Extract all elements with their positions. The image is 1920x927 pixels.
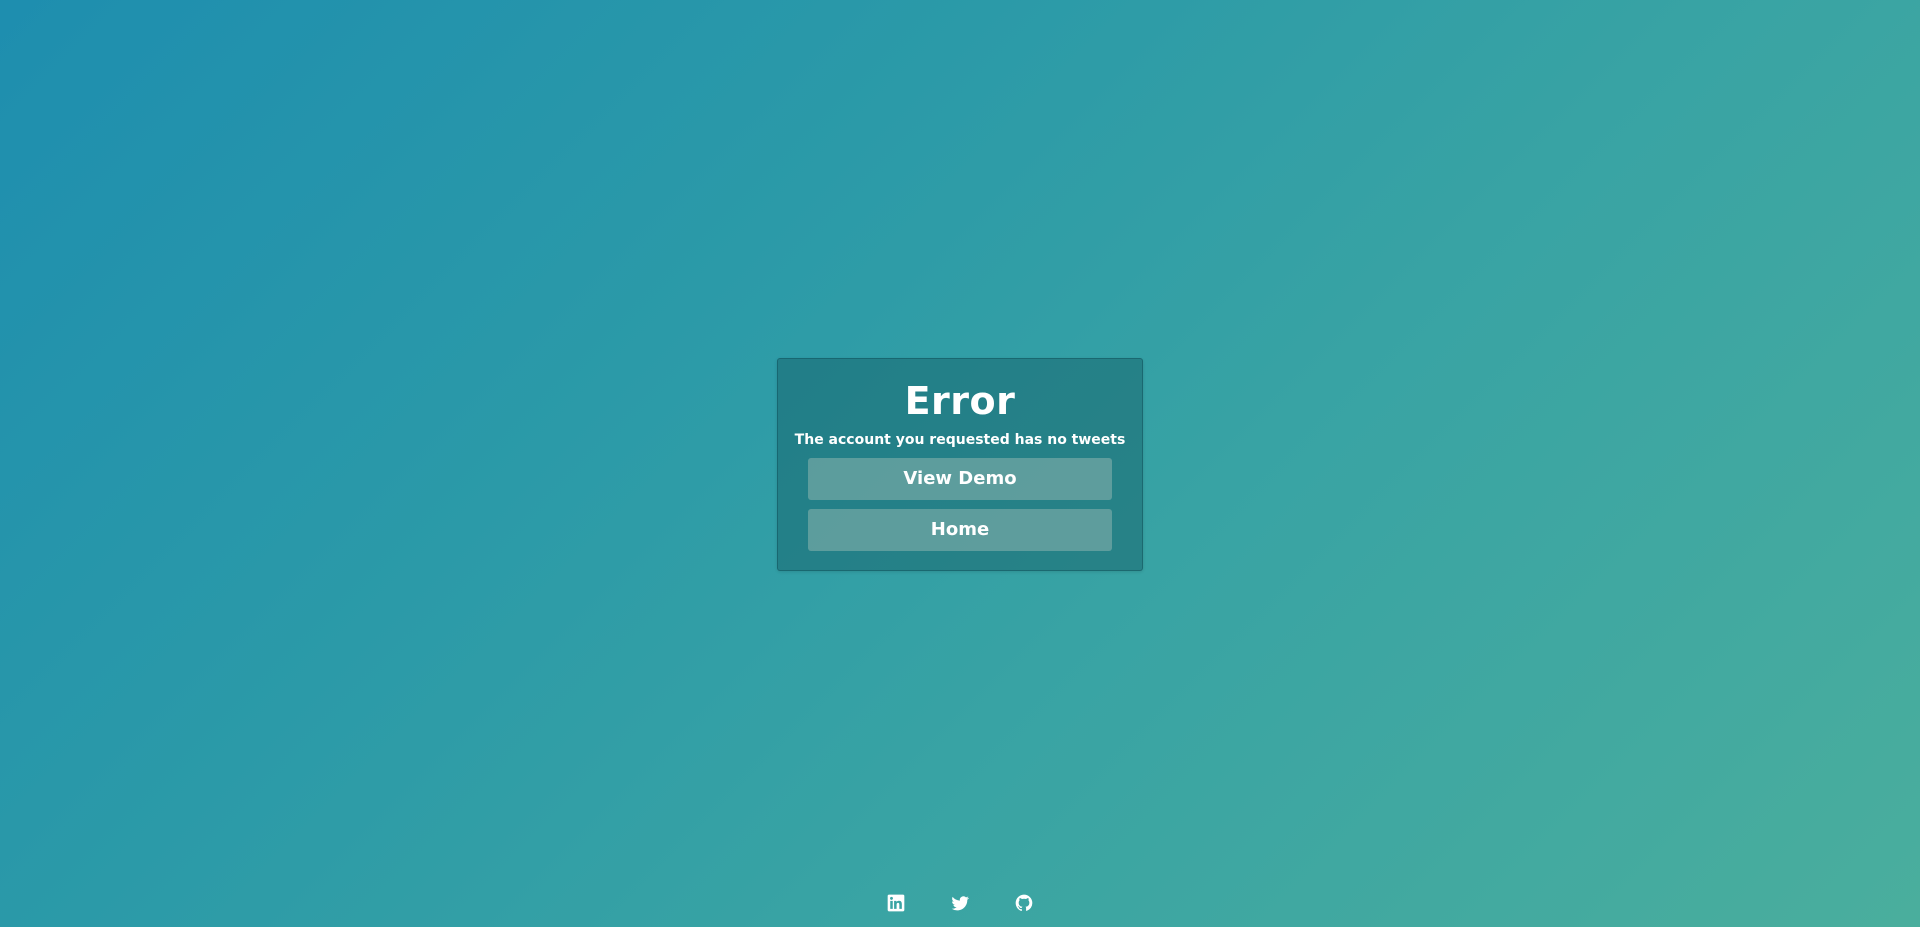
social-footer xyxy=(0,893,1920,917)
error-title: Error xyxy=(904,379,1016,423)
github-link[interactable] xyxy=(1014,893,1034,913)
twitter-icon xyxy=(951,896,970,911)
error-card: Error The account you requested has no t… xyxy=(777,358,1143,571)
linkedin-icon xyxy=(887,894,905,912)
home-button[interactable]: Home xyxy=(808,508,1112,551)
error-message: The account you requested has no tweets xyxy=(794,431,1126,448)
twitter-link[interactable] xyxy=(950,893,970,913)
view-demo-button[interactable]: View Demo xyxy=(808,457,1112,500)
linkedin-link[interactable] xyxy=(886,893,906,913)
github-icon xyxy=(1015,894,1033,911)
